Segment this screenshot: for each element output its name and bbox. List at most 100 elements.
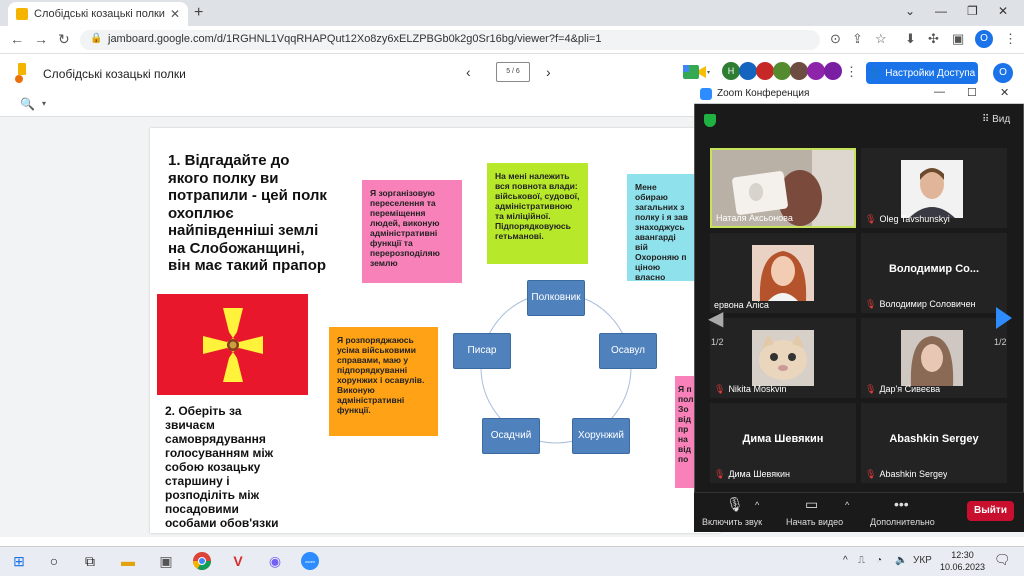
participant-display-name: Abashkin Sergey <box>889 433 979 445</box>
bookmark-star-icon[interactable]: ☆ <box>875 31 887 47</box>
unmute-button-label[interactable]: Включить звук <box>702 517 762 527</box>
side-panel-icon[interactable]: ▣ <box>952 31 964 47</box>
chrome-icon[interactable] <box>192 551 212 571</box>
mic-off-icon[interactable]: 🎙 <box>726 496 744 513</box>
sticky-note-pink[interactable]: Я зорганізовую переселення та переміщенн… <box>362 180 462 283</box>
jam-title[interactable]: Слобідські козацькі полки <box>43 67 186 81</box>
viber-icon[interactable]: ◉ <box>265 551 285 571</box>
file-explorer-icon[interactable]: ▬ <box>118 551 138 571</box>
rank-box-khorunzhyi[interactable]: Хорунжий <box>572 418 630 454</box>
view-button[interactable]: ⠿ Вид <box>982 114 1010 125</box>
participant-photo-image <box>752 330 814 386</box>
zoom-logo-icon <box>700 88 712 100</box>
zoom-maximize-icon[interactable]: ☐ <box>967 86 977 99</box>
browser-menu-icon[interactable]: ⋮ <box>1004 31 1017 47</box>
window-minimize-icon[interactable]: — <box>935 4 947 18</box>
tab-close-icon[interactable]: ✕ <box>170 7 180 21</box>
mic-muted-icon: 🎙 <box>865 469 877 479</box>
browser-tab[interactable]: Слобідські козацькі полки - Goo ✕ <box>8 2 188 26</box>
collaborator-avatar[interactable] <box>790 62 808 80</box>
windows-taskbar <box>0 546 1024 576</box>
vivaldi-icon[interactable]: V <box>228 551 248 571</box>
svg-text:zoom: zoom <box>305 559 315 564</box>
participant-tile[interactable]: 🎙 Дар'я Сивеєва <box>861 318 1007 398</box>
reload-icon[interactable]: ↻ <box>58 31 70 48</box>
next-frame-icon[interactable]: › <box>546 64 551 80</box>
participant-tile[interactable]: Дима Шевякин 🎙 Дима Шевякин <box>710 403 856 483</box>
google-lens-icon[interactable]: ⊙ <box>830 31 841 47</box>
network-icon-2[interactable]: ◔ <box>876 555 882 566</box>
security-shield-icon[interactable] <box>704 114 716 127</box>
extensions-icon[interactable]: ✣ <box>928 31 939 47</box>
zoom-taskbar-icon[interactable]: zoom <box>300 551 320 571</box>
address-bar[interactable]: 🔒 jamboard.google.com/d/1RGHNL1VqqRHAPQu… <box>80 30 820 50</box>
new-tab-button[interactable]: + <box>194 4 203 22</box>
window-close-icon[interactable]: ✕ <box>998 4 1008 18</box>
frame-indicator[interactable]: 5 / 6 <box>496 62 530 82</box>
leave-meeting-button[interactable]: Выйти <box>967 501 1014 521</box>
network-icon[interactable]: ⎍ <box>858 555 865 566</box>
zoom-dropdown-icon[interactable]: ▾ <box>42 99 46 108</box>
sticky-note-green[interactable]: На мені належить вся повнота влади: війс… <box>487 163 588 264</box>
participant-photo-image <box>752 245 814 301</box>
tray-chevron-icon[interactable]: ^ <box>843 555 848 566</box>
system-clock[interactable]: 12:30 10.06.2023 <box>940 549 985 573</box>
window-restore-icon[interactable]: ❐ <box>967 4 978 18</box>
video-options-caret-icon[interactable]: ^ <box>845 500 849 510</box>
video-off-icon[interactable]: ▭ <box>805 496 818 513</box>
window-chevron-icon[interactable]: ⌄ <box>905 4 915 18</box>
volume-icon[interactable]: 🔈 <box>895 555 907 566</box>
next-page-arrow-icon[interactable] <box>990 303 1016 333</box>
participant-tile[interactable]: Володимир Со... 🎙 Володимир Соловичен <box>861 233 1007 313</box>
collaborator-avatar[interactable] <box>756 62 774 80</box>
participant-tile[interactable]: Abashkin Sergey 🎙 Abashkin Sergey <box>861 403 1007 483</box>
sticky-note-cyan[interactable]: Мене обираю загальних з полку і я зав зн… <box>627 174 697 281</box>
zoom-magnifier-icon[interactable]: 🔍 <box>20 97 35 111</box>
media-player-icon[interactable]: ▣ <box>156 551 176 571</box>
rank-box-osadchyi[interactable]: Осадчий <box>482 418 540 454</box>
sticky-note-orange[interactable]: Я розпоряджаюсь усіма військовими справа… <box>329 327 438 436</box>
collaborator-avatar[interactable] <box>739 62 757 80</box>
participant-tile[interactable]: 🎙 Oleg Tavshunskyi <box>861 148 1007 228</box>
zoom-minimize-icon[interactable]: — <box>934 86 945 98</box>
question-1-text: 1. Відгадайте до якого полку ви потрапил… <box>168 152 327 274</box>
more-options-icon[interactable]: ⋮ <box>845 64 858 80</box>
collaborator-avatar[interactable] <box>824 62 842 80</box>
participant-tile[interactable]: 🎙 Nikita Moskvin <box>710 318 856 398</box>
more-dots-icon[interactable]: ••• <box>894 496 909 512</box>
prev-page-arrow-icon[interactable]: ◀ <box>708 306 723 331</box>
participant-tile[interactable]: ервона Аліса <box>710 233 856 313</box>
participant-display-name: Дима Шевякин <box>742 433 824 445</box>
rank-box-colonel[interactable]: Полковник <box>527 280 585 316</box>
collaborator-avatar[interactable] <box>807 62 825 80</box>
share-settings-button[interactable]: 👤 Настройки Доступа <box>866 62 978 84</box>
back-icon[interactable]: ← <box>10 31 24 47</box>
participant-tile[interactable]: Наталя Аксьонова <box>710 148 856 228</box>
more-button-label[interactable]: Дополнительно <box>870 517 935 527</box>
search-icon[interactable]: ○ <box>44 551 64 571</box>
page-indicator-left: 1/2 <box>711 337 724 347</box>
jamboard-logo-icon[interactable] <box>14 63 28 83</box>
previous-frame-icon[interactable]: ‹ <box>466 64 471 80</box>
jamboard-profile-avatar[interactable]: О <box>993 63 1013 83</box>
forward-icon[interactable]: → <box>34 31 48 47</box>
download-pin-icon[interactable]: ⬇ <box>905 31 916 47</box>
mic-muted-icon: 🎙 <box>865 299 877 309</box>
audio-options-caret-icon[interactable]: ^ <box>755 500 759 510</box>
regiment-flag-image <box>157 294 308 395</box>
rank-box-osavul[interactable]: Осавул <box>599 333 657 369</box>
start-video-button-label[interactable]: Начать видео <box>786 517 843 527</box>
notifications-icon[interactable]: 🗨 <box>994 552 1011 568</box>
zoom-close-icon[interactable]: ✕ <box>1000 86 1009 99</box>
windows-start-icon[interactable]: ⊞ <box>9 551 29 571</box>
participant-name: 🎙 Дима Шевякин <box>714 469 790 479</box>
browser-profile-avatar[interactable]: О <box>975 30 993 48</box>
participant-display-name: Володимир Со... <box>888 263 980 275</box>
task-view-icon[interactable]: ⧉ <box>80 551 100 571</box>
collaborator-avatar[interactable] <box>773 62 791 80</box>
language-indicator[interactable]: УКР <box>913 555 932 566</box>
google-meet-icon[interactable] <box>682 62 712 82</box>
rank-box-pysar[interactable]: Писар <box>453 333 511 369</box>
share-page-icon[interactable]: ⇪ <box>852 31 863 47</box>
collaborator-avatar[interactable]: Н <box>722 62 740 80</box>
